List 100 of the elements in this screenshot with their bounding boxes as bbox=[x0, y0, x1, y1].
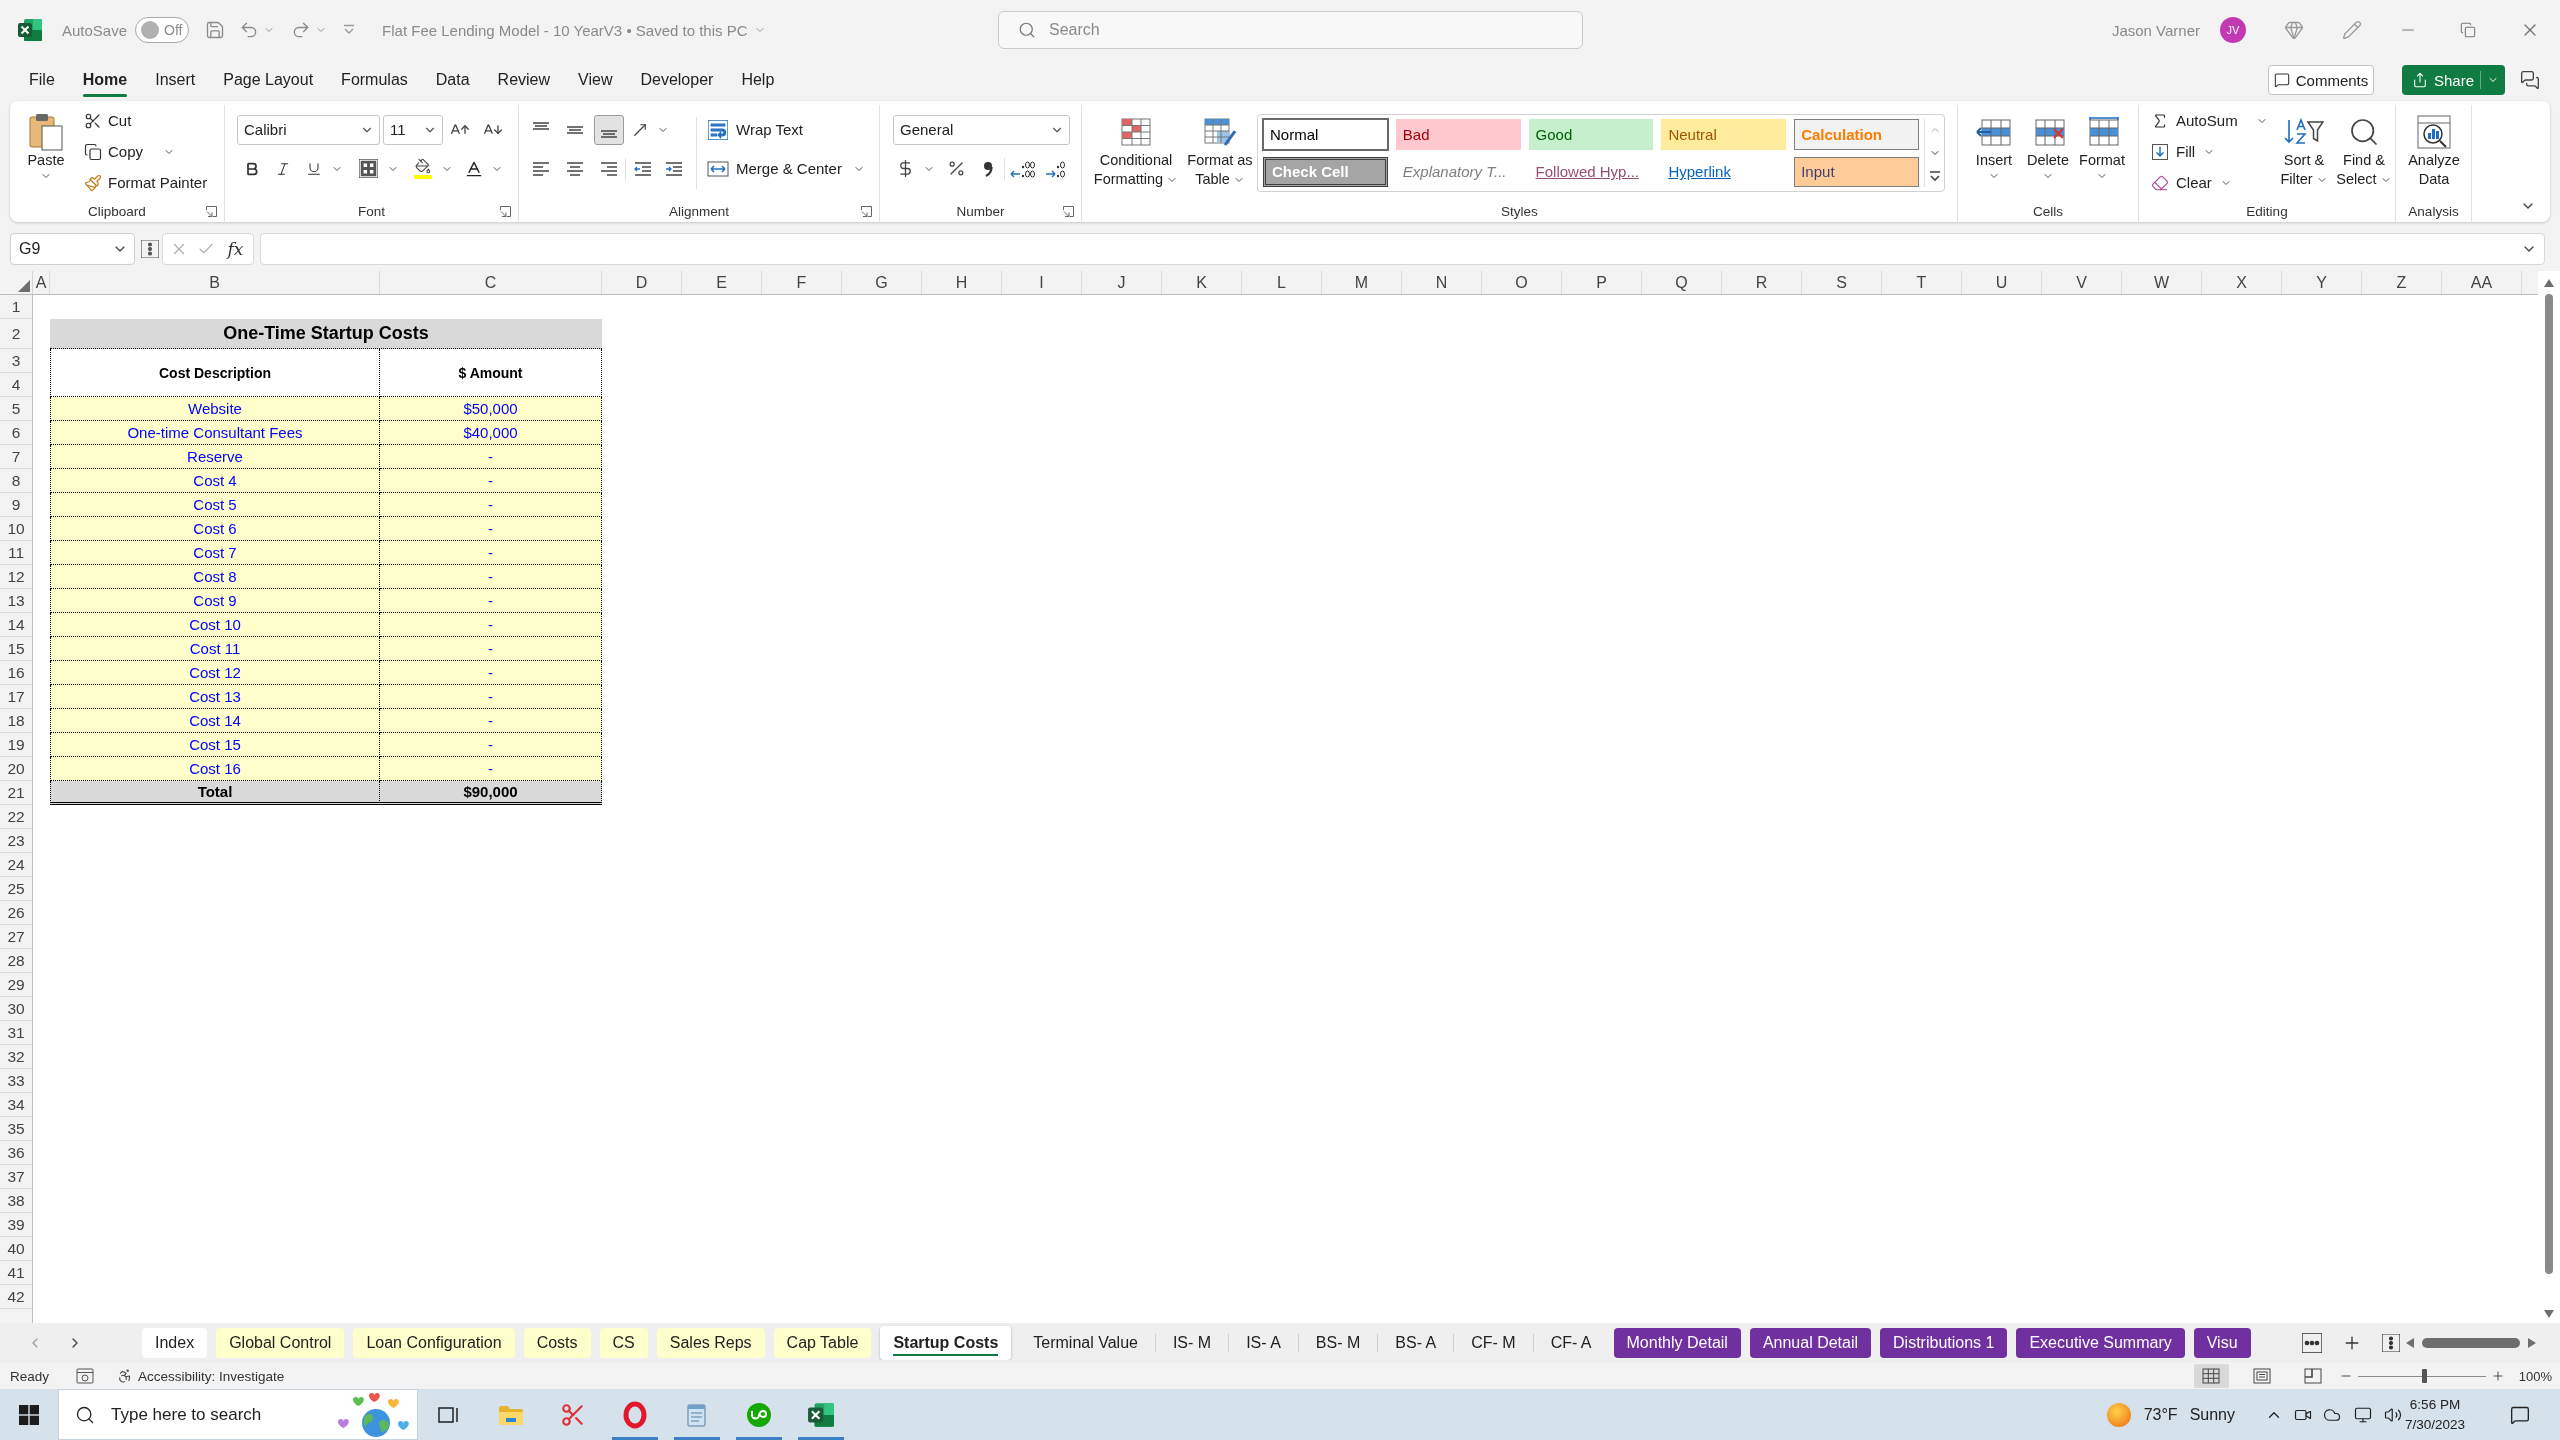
sheet-tab[interactable]: Costs bbox=[523, 1328, 591, 1358]
increase-indent-icon[interactable] bbox=[665, 161, 683, 176]
row-number[interactable]: 37 bbox=[0, 1165, 32, 1189]
zoom-level[interactable]: 100% bbox=[2518, 1368, 2552, 1384]
fill-button[interactable]: Fill bbox=[2150, 136, 2275, 167]
sheet-tab[interactable]: Startup Costs bbox=[880, 1326, 1012, 1360]
row-number[interactable]: 41 bbox=[0, 1261, 32, 1285]
row-number[interactable]: 3 bbox=[0, 349, 32, 373]
menu-tab[interactable]: File bbox=[15, 60, 69, 100]
row-number[interactable]: 8 bbox=[0, 469, 32, 493]
dialog-launcher-icon[interactable] bbox=[206, 205, 217, 217]
row-number[interactable]: 40 bbox=[0, 1237, 32, 1261]
formula-input[interactable] bbox=[260, 232, 2545, 265]
sheet-tab[interactable]: CF- A bbox=[1537, 1328, 1605, 1358]
autosave-toggle[interactable]: Off bbox=[135, 17, 190, 43]
align-right-icon[interactable] bbox=[600, 161, 618, 176]
cell-style-option[interactable]: Good bbox=[1528, 119, 1654, 150]
format-button[interactable]: Format bbox=[2075, 105, 2129, 200]
row-number[interactable]: 31 bbox=[0, 1021, 32, 1045]
normal-view-button[interactable] bbox=[2193, 1364, 2229, 1388]
column-header[interactable]: S bbox=[1802, 271, 1882, 294]
column-header[interactable]: N bbox=[1402, 271, 1482, 294]
sheet-tab[interactable]: Loan Configuration bbox=[353, 1328, 515, 1358]
row-number[interactable]: 15 bbox=[0, 637, 32, 661]
pen-icon[interactable] bbox=[2342, 20, 2362, 40]
sheet-tab[interactable]: CS bbox=[599, 1328, 648, 1358]
row-number[interactable]: 22 bbox=[0, 805, 32, 829]
column-header[interactable]: Y bbox=[2282, 271, 2362, 294]
row-number[interactable]: 23 bbox=[0, 829, 32, 853]
dialog-launcher-icon[interactable] bbox=[1063, 205, 1074, 217]
column-header[interactable]: T bbox=[1882, 271, 1962, 294]
autosum-button[interactable]: AutoSum bbox=[2150, 105, 2275, 136]
row-number[interactable]: 34 bbox=[0, 1093, 32, 1117]
comma-style-icon[interactable] bbox=[982, 159, 994, 178]
copy-button[interactable]: Copy bbox=[84, 136, 208, 167]
row-number[interactable]: 16 bbox=[0, 661, 32, 685]
bottom-align-button[interactable] bbox=[594, 114, 624, 145]
merge-center-button[interactable]: Merge & Center bbox=[705, 152, 865, 185]
sheet-tab[interactable]: Distributions 1 bbox=[1880, 1328, 2008, 1358]
row-number[interactable]: 26 bbox=[0, 901, 32, 925]
cell-style-option[interactable]: Normal bbox=[1263, 119, 1388, 150]
insert-button[interactable]: Insert bbox=[1967, 105, 2021, 200]
column-header[interactable]: P bbox=[1562, 271, 1642, 294]
analyze-data-button[interactable]: Analyze Data bbox=[2402, 105, 2466, 200]
row-number[interactable]: 19 bbox=[0, 733, 32, 757]
diamond-icon[interactable] bbox=[2284, 20, 2304, 40]
column-header[interactable]: B bbox=[50, 271, 380, 294]
scroll-right-icon[interactable] bbox=[2528, 1338, 2536, 1348]
decrease-indent-icon[interactable] bbox=[634, 161, 652, 176]
scroll-thumb[interactable] bbox=[2422, 1338, 2520, 1348]
sheet-tab[interactable]: Cap Table bbox=[773, 1328, 872, 1358]
column-header[interactable]: Z bbox=[2362, 271, 2442, 294]
accessibility-button[interactable]: Accessibility: Investigate bbox=[117, 1368, 285, 1384]
column-header[interactable]: A bbox=[33, 271, 50, 294]
menu-tab[interactable]: Help bbox=[727, 60, 789, 100]
column-header[interactable]: X bbox=[2202, 271, 2282, 294]
column-header[interactable]: V bbox=[2042, 271, 2122, 294]
more-options-icon[interactable] bbox=[2382, 1334, 2400, 1352]
row-number[interactable]: 18 bbox=[0, 709, 32, 733]
row-number[interactable]: 4 bbox=[0, 373, 32, 397]
italic-icon[interactable] bbox=[275, 160, 291, 177]
row-number[interactable]: 14 bbox=[0, 613, 32, 637]
column-header[interactable]: D bbox=[602, 271, 682, 294]
row-number[interactable]: 24 bbox=[0, 853, 32, 877]
row-number[interactable]: 11 bbox=[0, 541, 32, 565]
fill-color-icon[interactable] bbox=[414, 158, 432, 179]
sheet-tab[interactable]: BS- M bbox=[1302, 1328, 1374, 1358]
column-header[interactable]: W bbox=[2122, 271, 2202, 294]
align-center-icon[interactable] bbox=[566, 161, 584, 176]
clear-button[interactable]: Clear bbox=[2150, 167, 2275, 198]
column-header[interactable]: O bbox=[1482, 271, 1562, 294]
sheet-tab[interactable]: Executive Summary bbox=[2016, 1328, 2185, 1358]
row-number[interactable]: 9 bbox=[0, 493, 32, 517]
row-number[interactable]: 20 bbox=[0, 757, 32, 781]
sheet-tab[interactable]: IS- M bbox=[1159, 1328, 1225, 1358]
row-number[interactable]: 5 bbox=[0, 397, 32, 421]
cell-style-option[interactable]: Neutral bbox=[1661, 119, 1787, 150]
save-icon[interactable] bbox=[205, 20, 226, 40]
scroll-thumb[interactable] bbox=[2545, 294, 2553, 1274]
cell-style-option[interactable]: Bad bbox=[1395, 119, 1521, 150]
column-header[interactable]: R bbox=[1722, 271, 1802, 294]
cut-button[interactable]: Cut bbox=[84, 105, 208, 136]
column-header[interactable]: K bbox=[1162, 271, 1242, 294]
comments-button[interactable]: Comments bbox=[2268, 65, 2374, 95]
row-number[interactable]: 21 bbox=[0, 781, 32, 805]
search-field[interactable]: Search bbox=[998, 11, 1583, 49]
font-size-select[interactable]: 11 bbox=[383, 114, 443, 145]
row-number[interactable]: 7 bbox=[0, 445, 32, 469]
column-header[interactable]: U bbox=[1962, 271, 2042, 294]
menu-tab[interactable]: Page Layout bbox=[209, 60, 328, 100]
menu-tab[interactable]: View bbox=[564, 60, 627, 100]
notification-icon[interactable] bbox=[2510, 1404, 2530, 1425]
menu-tab[interactable]: Home bbox=[68, 60, 142, 100]
row-number[interactable]: 6 bbox=[0, 421, 32, 445]
borders-icon[interactable] bbox=[358, 159, 378, 178]
volume-icon[interactable] bbox=[2384, 1405, 2402, 1424]
row-number[interactable]: 12 bbox=[0, 565, 32, 589]
sheet-tab[interactable]: Terminal Value bbox=[1020, 1328, 1151, 1358]
zoom-slider-thumb[interactable] bbox=[2422, 1369, 2428, 1383]
align-left-icon[interactable] bbox=[532, 161, 550, 176]
